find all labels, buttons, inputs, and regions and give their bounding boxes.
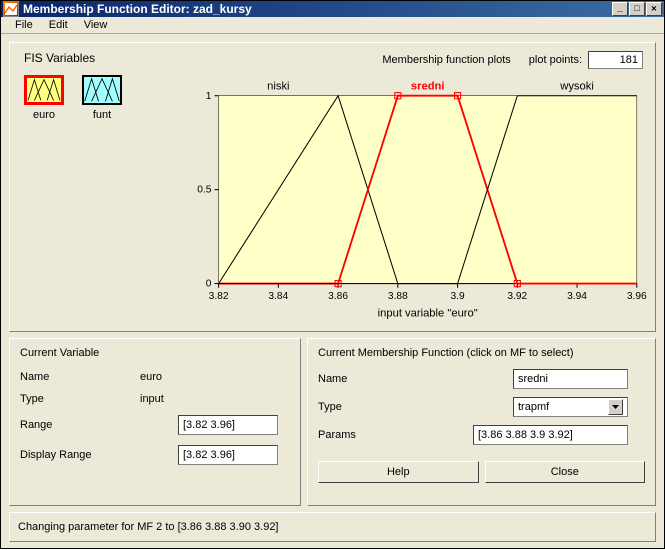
svg-text:3.86: 3.86 [328,291,348,302]
cv-name-label: Name [20,371,140,383]
chart-svg[interactable]: 0 0.5 1 3.82 3.84 3.86 3.88 3.9 3.92 3.94 3.96 inpu… [188,73,647,323]
cmf-params-input[interactable] [473,425,628,445]
main-window: Membership Function Editor: zad_kursy _ … [0,0,665,549]
svg-text:3.94: 3.94 [567,291,587,302]
cv-range-label: Range [20,419,178,431]
bottom-row: Current Variable Name euro Type input Ra… [9,338,656,506]
fis-box-euro[interactable] [24,75,64,105]
cmf-name-input[interactable] [513,369,628,389]
svg-text:3.84: 3.84 [268,291,288,302]
cv-disp-range-label: Display Range [20,449,178,461]
fis-box-funt[interactable] [82,75,122,105]
svg-text:3.88: 3.88 [388,291,408,302]
plot-points-label: plot points: [529,54,582,66]
content: FIS Variables euro funt [1,34,664,550]
fis-name-euro: euro [33,109,55,121]
fis-var-euro[interactable]: euro [24,75,64,121]
svg-text:sredni: sredni [411,80,445,92]
fis-variables-row: euro funt [18,75,178,121]
titlebar: Membership Function Editor: zad_kursy _ … [1,1,664,17]
svg-text:1: 1 [206,91,212,102]
plot-area: Membership function plots plot points: 0… [188,51,647,323]
plot-points-input[interactable] [588,51,643,69]
menu-edit[interactable]: Edit [41,17,76,33]
svg-text:3.9: 3.9 [450,291,464,302]
svg-text:niski: niski [267,80,289,92]
fis-variables-panel: FIS Variables euro funt [18,51,178,323]
cmf-type-label: Type [318,401,513,413]
cmf-type-value: trapmf [518,401,549,413]
minimize-button[interactable]: _ [612,2,628,16]
svg-text:3.92: 3.92 [507,291,527,302]
fis-name-funt: funt [93,109,111,121]
cmf-name-label: Name [318,373,513,385]
menu-view[interactable]: View [76,17,116,33]
plot-header: Membership function plots plot points: [188,51,647,73]
current-variable-panel: Current Variable Name euro Type input Ra… [9,338,301,506]
svg-text:3.82: 3.82 [209,291,229,302]
top-panel: FIS Variables euro funt [9,42,656,332]
svg-text:wysoki: wysoki [559,80,594,92]
menubar: File Edit View [1,17,664,34]
dropdown-icon[interactable] [608,399,623,415]
svg-text:3.96: 3.96 [627,291,647,302]
mf-plots-label: Membership function plots [382,54,510,66]
current-var-title: Current Variable [20,347,290,359]
fis-var-funt[interactable]: funt [82,75,122,121]
cv-name-value: euro [140,371,162,383]
plot-canvas[interactable]: 0 0.5 1 3.82 3.84 3.86 3.88 3.9 3.92 3.94 3.96 inpu… [188,73,647,323]
cv-disp-range-input[interactable] [178,445,278,465]
help-button[interactable]: Help [318,461,479,483]
fis-variables-label: FIS Variables [18,51,178,65]
cv-range-input[interactable] [178,415,278,435]
cmf-params-label: Params [318,429,473,441]
close-button[interactable]: ✕ [646,2,662,16]
cmf-title: Current Membership Function (click on MF… [318,347,645,359]
status-panel: Changing parameter for MF 2 to [3.86 3.8… [9,512,656,542]
cmf-type-select[interactable]: trapmf [513,397,628,417]
close-editor-button[interactable]: Close [485,461,646,483]
svg-text:0.5: 0.5 [197,185,211,196]
window-title: Membership Function Editor: zad_kursy [23,2,612,16]
cv-type-value: input [140,393,164,405]
status-text: Changing parameter for MF 2 to [3.86 3.8… [18,521,279,533]
current-mf-panel: Current Membership Function (click on MF… [307,338,656,506]
cv-type-label: Type [20,393,140,405]
app-icon [3,1,19,17]
menu-file[interactable]: File [7,17,41,33]
svg-text:0: 0 [206,279,212,290]
maximize-button[interactable]: □ [629,2,645,16]
window-controls: _ □ ✕ [612,2,662,16]
svg-text:input variable "euro": input variable "euro" [378,308,478,320]
